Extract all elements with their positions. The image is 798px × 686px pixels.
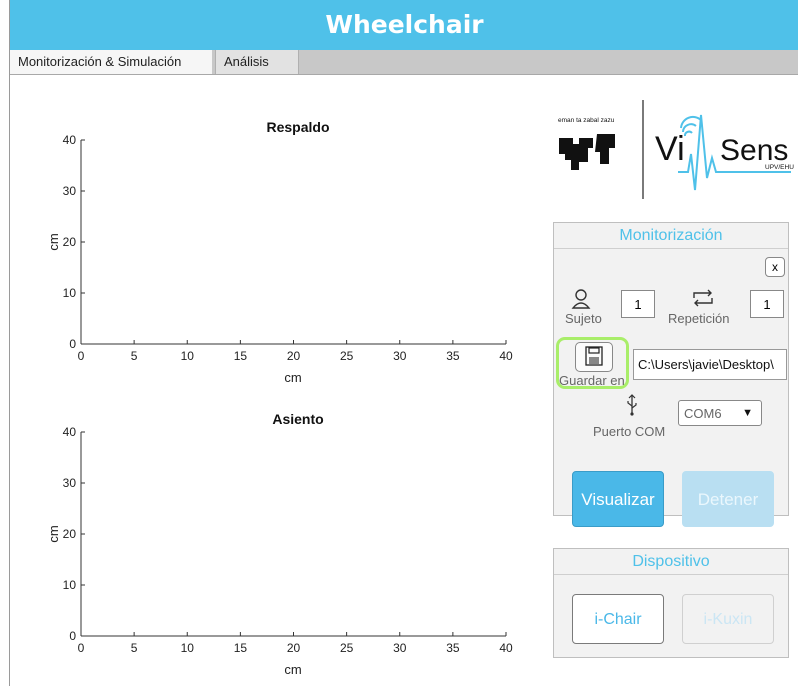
app-title: Wheelchair (10, 0, 798, 50)
repeat-icon (693, 289, 713, 307)
ikuxin-button[interactable]: i-Kuxin (682, 594, 774, 644)
x-tick-label: 40 (499, 349, 513, 363)
y-tick-label: 10 (63, 578, 77, 592)
x-tick-label: 0 (78, 349, 85, 363)
app-window: Wheelchair Monitorización & Simulación A… (9, 0, 798, 686)
y-tick-label: 30 (63, 476, 77, 490)
monitor-panel-title: Monitorización (554, 223, 788, 249)
save-path-field[interactable]: C:\Users\javie\Desktop\ (633, 349, 787, 380)
y-axis-label: cm (46, 525, 61, 542)
y-tick-label: 40 (63, 133, 77, 147)
x-tick-label: 10 (181, 349, 195, 363)
x-tick-label: 5 (131, 641, 138, 655)
subject-label: Sujeto (565, 311, 602, 326)
device-panel: Dispositivo i-Chair i-Kuxin (553, 548, 789, 658)
x-tick-label: 30 (393, 641, 407, 655)
visualize-button[interactable]: Visualizar (572, 471, 664, 527)
logo-tagline: eman ta zabal zazu (558, 117, 615, 124)
close-button[interactable]: x (765, 257, 785, 277)
save-button[interactable] (575, 342, 613, 372)
x-tick-label: 35 (446, 641, 460, 655)
x-tick-label: 5 (131, 349, 138, 363)
x-tick-label: 25 (340, 641, 354, 655)
x-tick-label: 40 (499, 641, 513, 655)
tab-analisis[interactable]: Análisis (215, 50, 299, 74)
svg-text:Vi: Vi (655, 130, 685, 168)
respaldo-chart: Respaldo 0 5 10 15 20 25 30 35 40 0 10 20 30 40 cm c… (46, 119, 513, 385)
y-tick-label: 30 (63, 184, 77, 198)
tab-bar: Monitorización & Simulación Análisis (10, 50, 798, 75)
device-panel-title: Dispositivo (554, 549, 788, 575)
y-tick-label: 10 (63, 286, 77, 300)
x-tick-label: 20 (287, 641, 301, 655)
x-tick-label: 0 (78, 641, 85, 655)
vinsens-logo: eman ta zabal zazu Vi Sens UPV/EHU (558, 100, 794, 199)
x-axis-label: cm (284, 662, 301, 677)
ichair-button[interactable]: i-Chair (572, 594, 664, 644)
y-tick-label: 0 (69, 337, 76, 351)
x-axis-label: cm (284, 370, 301, 385)
subject-input[interactable]: 1 (621, 290, 655, 318)
dropdown-arrow-icon: ▼ (742, 407, 753, 419)
floppy-disk-icon (585, 346, 603, 366)
port-label: Puerto COM (593, 424, 666, 439)
y-tick-label: 0 (69, 629, 76, 643)
y-tick-label: 40 (63, 425, 77, 439)
chart-title: Respaldo (266, 119, 329, 135)
x-tick-label: 25 (340, 349, 354, 363)
x-tick-label: 15 (234, 641, 248, 655)
repetition-label: Repetición (668, 311, 730, 326)
com-port-value: COM6 (684, 406, 722, 421)
stop-button[interactable]: Detener (682, 471, 774, 527)
x-tick-label: 20 (287, 349, 301, 363)
x-tick-label: 35 (446, 349, 460, 363)
tab-monitorizacion[interactable]: Monitorización & Simulación (10, 50, 212, 74)
repetition-input[interactable]: 1 (750, 290, 784, 318)
y-tick-label: 20 (63, 235, 77, 249)
x-tick-label: 15 (234, 349, 248, 363)
save-label: Guardar en (559, 373, 625, 388)
svg-text:Sens: Sens (720, 134, 788, 167)
user-icon (571, 289, 591, 309)
logo-sub: UPV/EHU (765, 164, 794, 171)
asiento-chart: Asiento 0 5 10 15 20 25 30 35 40 0 10 20 30 40 cm cm (46, 411, 513, 677)
x-tick-label: 10 (181, 641, 195, 655)
com-port-select[interactable]: COM6 ▼ (678, 400, 762, 426)
x-tick-label: 30 (393, 349, 407, 363)
usb-icon (627, 394, 637, 416)
chart-title: Asiento (272, 411, 323, 427)
monitor-panel: Monitorización x Sujeto 1 Repetición 1 G… (553, 222, 789, 527)
y-tick-label: 20 (63, 527, 77, 541)
y-axis-label: cm (46, 233, 61, 250)
